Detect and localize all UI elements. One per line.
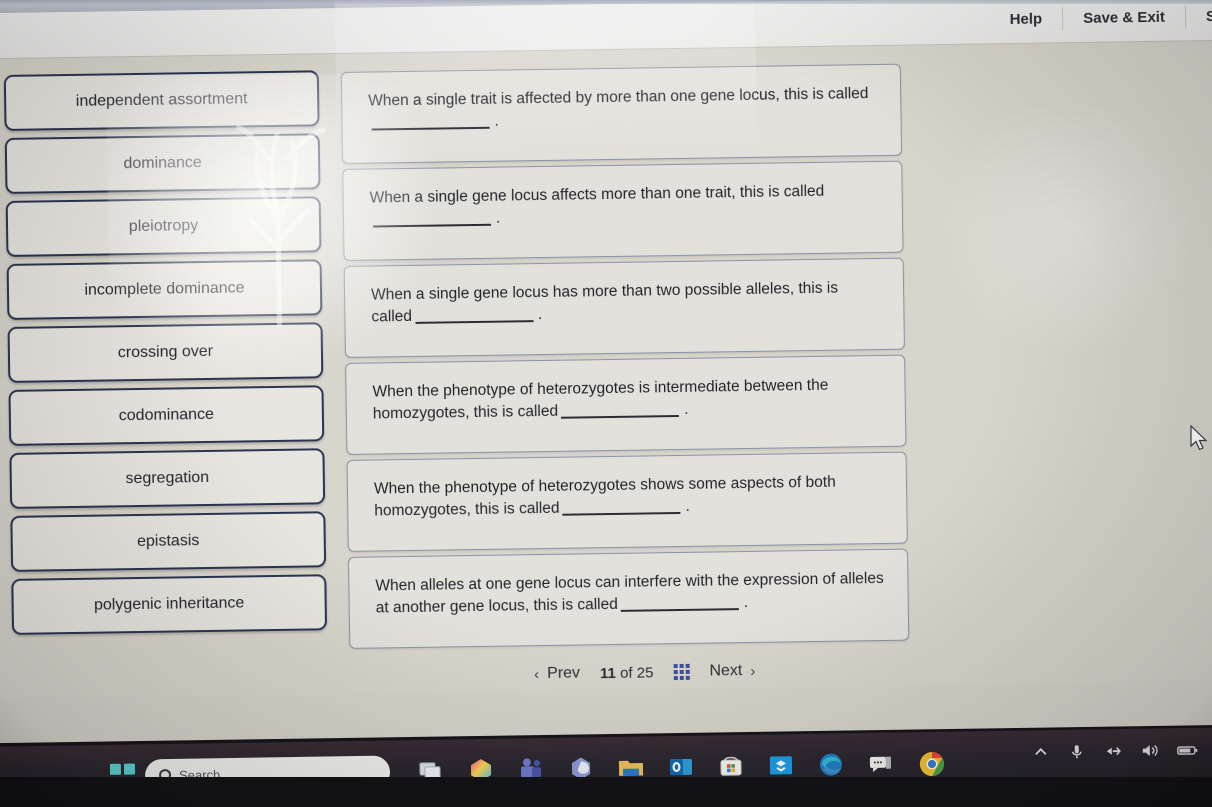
prompt-period: . bbox=[685, 497, 690, 515]
volume-icon[interactable] bbox=[1140, 741, 1159, 759]
browser-page: Saved Help Save & Exit Su Check my wo in… bbox=[0, 0, 1212, 744]
term-tile-list: independent assortment dominance pleiotr… bbox=[3, 70, 328, 635]
chat-icon[interactable] bbox=[866, 749, 896, 779]
prompt-card[interactable]: When a single gene locus has more than t… bbox=[343, 257, 905, 358]
chevron-right-icon: › bbox=[750, 662, 756, 680]
term-tile[interactable]: segregation bbox=[9, 448, 326, 509]
save-and-exit-link[interactable]: Save & Exit bbox=[1062, 5, 1186, 31]
answer-blank[interactable] bbox=[371, 126, 490, 131]
desk-surface bbox=[0, 777, 1212, 807]
prompt-text: When a single trait is affected by more … bbox=[368, 85, 869, 110]
microphone-icon[interactable] bbox=[1068, 742, 1086, 760]
prompt-period: . bbox=[743, 593, 749, 612]
prompt-period: . bbox=[495, 209, 501, 227]
answer-blank[interactable] bbox=[373, 223, 492, 228]
prompt-period: . bbox=[494, 112, 499, 130]
question-grid-icon[interactable] bbox=[673, 663, 690, 681]
of-label: of bbox=[619, 664, 633, 682]
prompt-period: . bbox=[683, 400, 689, 418]
prompt-card[interactable]: When the phenotype of heterozygotes show… bbox=[346, 451, 908, 552]
next-label: Next bbox=[709, 662, 743, 680]
chevron-up-icon[interactable] bbox=[1032, 743, 1050, 761]
edge-browser-icon[interactable] bbox=[816, 749, 846, 779]
battery-icon[interactable] bbox=[1176, 741, 1198, 759]
term-tile[interactable]: incomplete dominance bbox=[6, 259, 323, 320]
term-tile[interactable]: codominance bbox=[8, 385, 325, 446]
prompt-card[interactable]: When a single gene locus affects more th… bbox=[342, 160, 904, 261]
prompt-period: . bbox=[537, 306, 543, 324]
quiz-content-area: independent assortment dominance pleiotr… bbox=[0, 40, 1212, 700]
answer-blank[interactable] bbox=[620, 608, 739, 612]
prev-label: Prev bbox=[546, 664, 581, 682]
next-button[interactable]: Next › bbox=[709, 662, 755, 681]
answer-blank[interactable] bbox=[415, 320, 534, 324]
system-tray: 10:59 10/20/2 bbox=[1032, 733, 1212, 768]
prompt-card-list: When a single trait is affected by more … bbox=[340, 63, 910, 649]
answer-blank[interactable] bbox=[561, 414, 680, 419]
prompt-card[interactable]: When a single trait is affected by more … bbox=[340, 63, 903, 164]
header-links: Help Save & Exit Su bbox=[990, 4, 1212, 32]
current-question-number: 11 bbox=[599, 664, 617, 682]
term-tile[interactable]: polygenic inheritance bbox=[11, 574, 328, 635]
total-question-number: 25 bbox=[636, 663, 654, 682]
submit-link[interactable]: Su bbox=[1184, 4, 1212, 29]
term-tile[interactable]: dominance bbox=[4, 133, 321, 194]
prompt-card[interactable]: When alleles at one gene locus can inter… bbox=[347, 548, 910, 649]
prompt-text: When a single gene locus has more than t… bbox=[370, 279, 839, 326]
question-counter: 11 of 25 bbox=[600, 664, 654, 682]
answer-blank[interactable] bbox=[562, 511, 681, 516]
term-tile[interactable]: independent assortment bbox=[3, 70, 320, 131]
chevron-left-icon: ‹ bbox=[534, 665, 540, 683]
help-link[interactable]: Help bbox=[990, 7, 1063, 31]
term-tile[interactable]: epistasis bbox=[10, 511, 327, 572]
chrome-icon[interactable] bbox=[916, 748, 946, 778]
prompt-card[interactable]: When the phenotype of heterozygotes is i… bbox=[345, 354, 907, 455]
screen-bezel bbox=[0, 0, 1212, 4]
prev-button[interactable]: ‹ Prev bbox=[534, 664, 580, 683]
term-tile[interactable]: pleiotropy bbox=[5, 196, 322, 257]
laptop-screen-photo: Saved Help Save & Exit Su Check my wo in… bbox=[0, 0, 1212, 807]
prompt-text: When a single gene locus affects more th… bbox=[369, 182, 825, 207]
term-tile[interactable]: crossing over bbox=[7, 322, 324, 383]
network-icon[interactable] bbox=[1104, 742, 1122, 760]
question-navigation: ‹ Prev 11 of 25 Next › bbox=[0, 654, 1212, 691]
